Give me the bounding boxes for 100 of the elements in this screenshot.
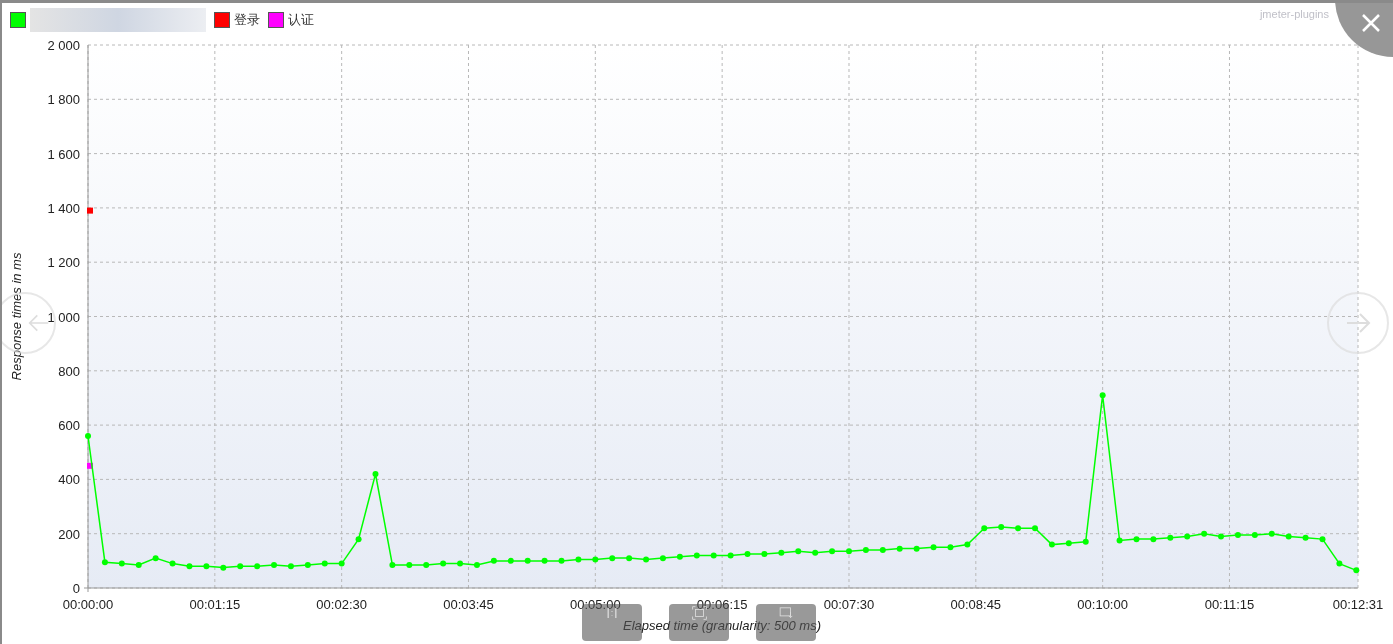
data-point [85,432,91,439]
data-point [271,561,277,568]
data-point [930,544,937,551]
data-point [1133,536,1140,543]
y-tick-label: 400 [58,472,80,488]
data-point [761,551,768,558]
data-point [152,555,159,562]
close-icon [1361,13,1381,33]
data-point [1150,536,1157,543]
credit-text: jmeter-plugins [1259,7,1329,22]
data-point [254,563,261,570]
data-point [87,207,93,214]
x-tick-label: 00:02:30 [316,597,367,612]
data-point [220,564,227,571]
data-point [609,555,616,562]
data-point [507,557,514,564]
data-point [1319,536,1326,543]
data-point [1302,534,1309,541]
data-point [1048,541,1055,548]
data-point [355,536,362,543]
x-tick-label: 00:10:00 [1077,597,1128,612]
data-point [1218,533,1224,540]
right-arrow-icon [1345,312,1371,334]
data-point [457,560,464,567]
data-point [440,560,447,567]
data-point [693,552,700,559]
data-point [1268,530,1275,537]
x-tick-label: 00:00:00 [62,597,114,612]
data-point [490,557,497,564]
y-tick-label: 200 [58,526,80,542]
data-point [795,548,802,555]
x-tick-label: 00:01:15 [189,597,241,612]
data-point [1065,540,1072,547]
data-point [1184,533,1191,540]
data-point [524,557,531,564]
data-point [186,563,193,570]
data-point [913,545,920,552]
data-point [389,561,396,568]
y-tick-label: 2 000 [47,38,80,53]
x-tick-label: 00:11:15 [1204,597,1255,612]
data-point [87,462,93,469]
data-point [896,545,903,552]
y-tick-label: 800 [58,363,80,379]
x-tick-label: 00:03:45 [443,597,494,612]
data-point [744,551,751,558]
data-point [659,555,666,562]
data-point [203,563,210,570]
data-point [101,559,108,566]
data-point [1336,560,1343,567]
x-tick-label: 00:05:00 [570,597,621,612]
data-point [423,561,430,568]
data-point [1353,567,1360,574]
data-point [1082,538,1089,545]
data-point [812,549,819,556]
data-point [846,548,852,555]
data-point [592,556,599,563]
data-point [947,544,954,551]
data-point [981,525,988,532]
data-point [676,553,683,560]
x-tick-label: 00:12:31 [1332,597,1384,612]
data-point [964,541,971,548]
data-point [829,548,836,555]
legend-label: 登录 [234,10,260,29]
data-point [778,549,785,556]
data-point [710,552,717,559]
data-point [998,523,1005,530]
legend-label: 认证 [288,10,314,29]
data-point [1234,532,1241,539]
data-point [473,561,480,568]
y-tick-label: 1 400 [47,200,80,216]
x-tick-label: 00:07:30 [823,597,875,612]
data-point [118,560,125,567]
x-tick-label: 00:08:45 [950,597,1002,612]
data-point [879,547,886,553]
x-tick-label: 00:06:15 [696,597,748,612]
y-tick-label: 1 000 [47,309,80,325]
data-point [1032,525,1038,532]
rotate-icon [778,606,794,620]
data-point [304,561,311,568]
y-tick-label: 1 800 [47,92,80,108]
y-tick-label: 0 [72,581,80,596]
data-point [1099,392,1106,399]
data-point [558,557,565,564]
data-point [643,556,650,563]
data-point [1167,534,1174,541]
y-axis-title: Response times in ms [9,252,24,381]
data-point [575,556,582,563]
y-tick-label: 1 200 [47,255,80,271]
data-point [321,560,328,567]
data-point [1251,532,1258,539]
data-point [862,547,869,553]
data-point [626,555,633,562]
data-point [1201,530,1208,537]
left-arrow-icon [28,312,50,334]
data-point [727,552,734,559]
data-point [372,470,379,477]
data-point [1285,533,1292,540]
data-point [287,563,294,570]
data-point [1116,537,1123,544]
data-point [338,560,345,567]
